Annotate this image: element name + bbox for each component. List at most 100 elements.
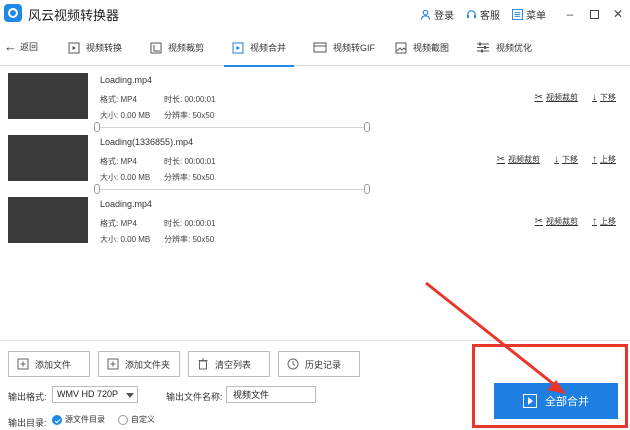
radio-custom-dir-label: 自定义 bbox=[131, 415, 155, 424]
video-merge-icon bbox=[232, 42, 244, 53]
radio-checked-icon bbox=[52, 414, 62, 425]
output-format-select[interactable]: WMV HD 720P bbox=[52, 386, 138, 403]
file-duration: 时长: 00:00:01 bbox=[164, 95, 216, 104]
move-up-label: 上移 bbox=[600, 217, 616, 226]
merge-all-button[interactable]: 全部合并 bbox=[494, 383, 618, 419]
menu-button[interactable]: 菜单 bbox=[512, 7, 546, 22]
file-name: Loading.mp4 bbox=[100, 199, 153, 209]
output-dir-label: 输出目录: bbox=[8, 418, 47, 428]
file-duration: 时长: 00:00:01 bbox=[164, 219, 216, 228]
output-format-label: 输出格式: bbox=[8, 392, 47, 402]
minimize-button[interactable]: – bbox=[558, 0, 582, 28]
list-item[interactable]: Loading(1336855).mp4 格式: MP4 时长: 00:00:0… bbox=[0, 129, 630, 187]
tab-label: 视频优化 bbox=[496, 42, 533, 53]
clear-list-button[interactable]: 清空列表 bbox=[188, 351, 270, 377]
login-button[interactable]: 登录 bbox=[420, 7, 454, 22]
crop-link[interactable]: ✂ 视频裁剪 bbox=[535, 216, 578, 227]
headset-icon bbox=[466, 9, 477, 18]
tab-video-gif[interactable]: 视频转GIF bbox=[313, 28, 375, 66]
back-button[interactable]: ← 返回 bbox=[4, 40, 38, 53]
menu-label: 菜单 bbox=[526, 10, 546, 22]
tab-video-optimize[interactable]: 视频优化 bbox=[476, 28, 532, 66]
chevron-down-icon bbox=[126, 393, 134, 398]
add-folder-icon bbox=[107, 358, 119, 370]
clock-icon bbox=[287, 358, 299, 370]
add-file-icon bbox=[17, 358, 29, 370]
service-label: 客服 bbox=[480, 10, 500, 22]
file-size: 大小: 0.00 MB bbox=[100, 235, 151, 244]
file-size: 大小: 0.00 MB bbox=[100, 173, 151, 182]
maximize-icon bbox=[589, 9, 599, 19]
screenshot-icon bbox=[395, 42, 407, 53]
file-list: Loading.mp4 格式: MP4 时长: 00:00:01 大小: 0.0… bbox=[0, 67, 630, 250]
video-thumbnail bbox=[8, 135, 88, 181]
move-down-label: 下移 bbox=[562, 155, 578, 164]
tab-video-crop[interactable]: 视频裁剪 bbox=[150, 28, 204, 66]
scissors-icon: ✂ bbox=[496, 154, 505, 165]
app-title: 风云视频转换器 bbox=[28, 8, 120, 23]
clear-list-label: 清空列表 bbox=[215, 359, 252, 370]
arrow-up-icon: ↑ bbox=[592, 216, 597, 227]
close-button[interactable]: ✕ bbox=[606, 0, 630, 28]
output-format-value: WMV HD 720P bbox=[57, 389, 119, 399]
move-down-link[interactable]: ↓ 下移 bbox=[592, 92, 616, 103]
crop-link[interactable]: ✂ 视频裁剪 bbox=[497, 154, 540, 165]
history-label: 历史记录 bbox=[305, 359, 342, 370]
add-folder-button[interactable]: 添加文件夹 bbox=[98, 351, 180, 377]
scissors-icon: ✂ bbox=[534, 216, 543, 227]
tab-label: 视频截图 bbox=[413, 42, 450, 53]
trash-icon bbox=[198, 358, 208, 370]
service-button[interactable]: 客服 bbox=[466, 7, 500, 22]
file-size: 大小: 0.00 MB bbox=[100, 111, 151, 120]
move-up-link[interactable]: ↑ 上移 bbox=[592, 154, 616, 165]
file-resolution: 分辨率: 50x50 bbox=[164, 111, 215, 120]
add-folder-label: 添加文件夹 bbox=[125, 359, 171, 370]
arrow-down-icon: ↓ bbox=[554, 154, 559, 165]
tab-label: 视频裁剪 bbox=[168, 42, 205, 53]
video-thumbnail bbox=[8, 73, 88, 119]
move-down-link[interactable]: ↓ 下移 bbox=[554, 154, 578, 165]
file-name: Loading.mp4 bbox=[100, 75, 153, 85]
file-resolution: 分辨率: 50x50 bbox=[164, 173, 215, 182]
video-convert-icon bbox=[68, 42, 80, 53]
radio-custom-dir[interactable]: 自定义 bbox=[118, 414, 155, 425]
app-logo-icon bbox=[4, 4, 22, 22]
add-file-button[interactable]: 添加文件 bbox=[8, 351, 90, 377]
move-up-link[interactable]: ↑ 上移 bbox=[592, 216, 616, 227]
arrow-up-icon: ↑ bbox=[592, 154, 597, 165]
video-crop-icon bbox=[150, 42, 162, 53]
tab-video-screenshot[interactable]: 视频截图 bbox=[395, 28, 449, 66]
move-up-label: 上移 bbox=[600, 155, 616, 164]
arrow-down-icon: ↓ bbox=[592, 92, 597, 103]
tab-video-convert[interactable]: 视频转换 bbox=[68, 28, 122, 66]
title-bar: 风云视频转换器 登录 客服 菜单 – ✕ bbox=[0, 0, 630, 28]
back-label: 返回 bbox=[20, 42, 39, 52]
merge-all-label: 全部合并 bbox=[545, 396, 589, 408]
file-duration: 时长: 00:00:01 bbox=[164, 157, 216, 166]
scissors-icon: ✂ bbox=[534, 92, 543, 103]
file-resolution: 分辨率: 50x50 bbox=[164, 235, 215, 244]
radio-unchecked-icon bbox=[118, 414, 128, 425]
video-thumbnail bbox=[8, 197, 88, 243]
radio-source-dir[interactable]: 源文件目录 bbox=[52, 414, 105, 425]
back-arrow-icon: ← bbox=[4, 39, 17, 54]
crop-label: 视频裁剪 bbox=[508, 155, 540, 164]
output-name-input[interactable] bbox=[226, 386, 316, 403]
optimize-icon bbox=[477, 42, 489, 52]
user-icon bbox=[420, 9, 431, 20]
gif-icon bbox=[313, 42, 327, 52]
output-name-label: 输出文件名称: bbox=[166, 392, 223, 402]
maximize-button[interactable] bbox=[582, 0, 606, 28]
login-label: 登录 bbox=[434, 10, 454, 22]
add-file-label: 添加文件 bbox=[35, 359, 72, 370]
file-format: 格式: MP4 bbox=[100, 219, 137, 228]
crop-label: 视频裁剪 bbox=[546, 217, 578, 226]
tab-label: 视频转换 bbox=[86, 42, 123, 53]
tab-video-merge[interactable]: 视频合并 bbox=[223, 28, 295, 67]
history-button[interactable]: 历史记录 bbox=[278, 351, 360, 377]
crop-link[interactable]: ✂ 视频裁剪 bbox=[535, 92, 578, 103]
list-item[interactable]: Loading.mp4 格式: MP4 时长: 00:00:01 大小: 0.0… bbox=[0, 191, 630, 249]
menu-icon bbox=[512, 8, 523, 20]
list-item[interactable]: Loading.mp4 格式: MP4 时长: 00:00:01 大小: 0.0… bbox=[0, 67, 630, 125]
radio-source-dir-label: 源文件目录 bbox=[65, 415, 105, 424]
